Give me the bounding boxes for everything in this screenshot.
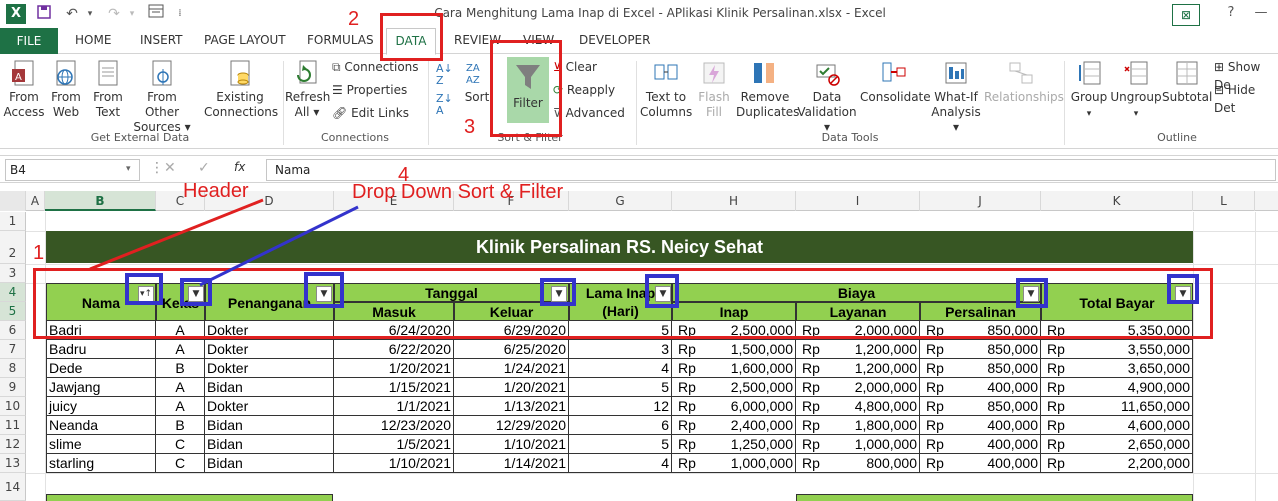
excel-window: X ↶ ▾ ↷ ▾ ⁞ Cara Menghitung Lama Inap di… bbox=[0, 0, 1278, 501]
header-pointer-line bbox=[89, 198, 264, 271]
annotation-arrows bbox=[89, 198, 359, 287]
annotation-number-3: 3 bbox=[464, 116, 476, 138]
annotation-label-header: Header bbox=[183, 180, 249, 202]
annotation-number-2: 2 bbox=[348, 8, 360, 30]
dropdown-pointer-line bbox=[199, 205, 359, 287]
annotation-number-1: 1 bbox=[33, 242, 45, 264]
annotation-label-dropdown: Drop Down Sort & Filter bbox=[352, 181, 564, 203]
